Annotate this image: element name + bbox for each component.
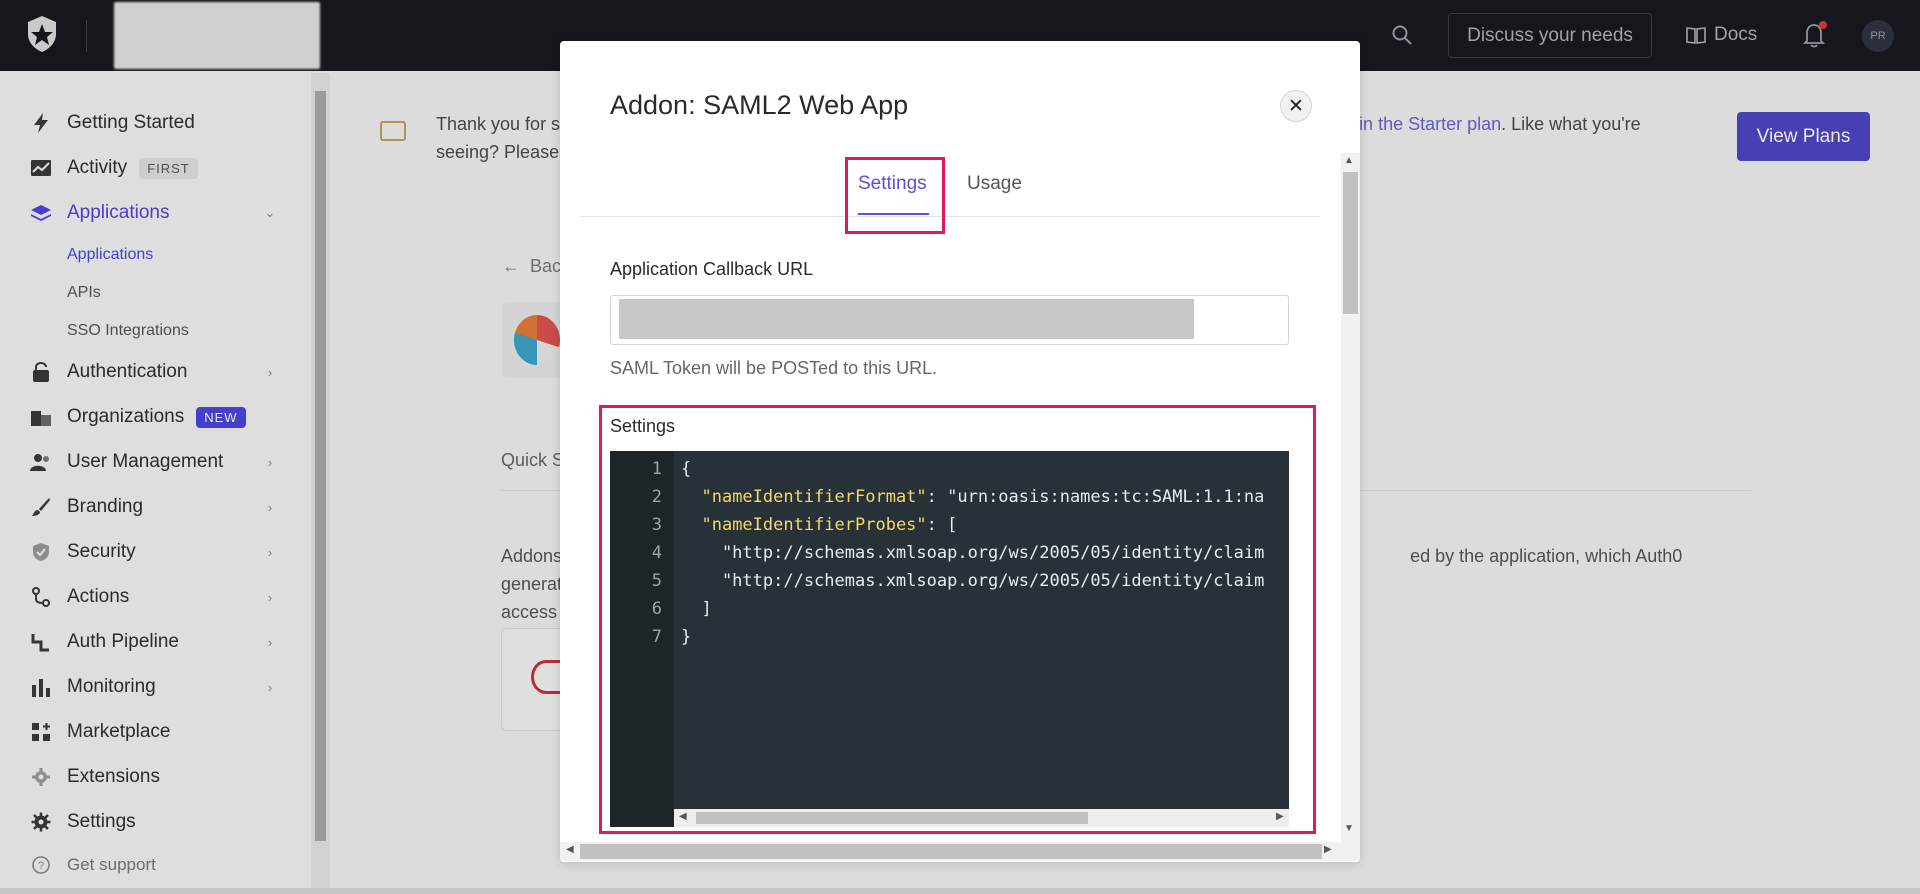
line-number: 1 (651, 459, 662, 479)
callback-url-value-redacted (619, 299, 1194, 339)
modal-tabs-divider (580, 216, 1320, 217)
json-key: "nameIdentifierFormat" (701, 487, 927, 507)
tab-usage[interactable]: Usage (967, 173, 1022, 195)
scroll-left-arrow-icon[interactable]: ◀ (679, 811, 687, 822)
settings-tab-highlight (845, 157, 945, 234)
code-line: "http://schemas.xmlsoap.org/ws/2005/05/i… (681, 543, 1265, 563)
callback-url-help: SAML Token will be POSTed to this URL. (610, 358, 938, 378)
editor-scrollbar-thumb[interactable] (696, 812, 1088, 824)
code-line: "nameIdentifierFormat": "urn:oasis:names… (681, 487, 1264, 507)
scroll-left-arrow-icon[interactable]: ◀ (566, 844, 574, 855)
callback-url-label: Application Callback URL (610, 259, 814, 279)
modal-horizontal-scrollbar-thumb[interactable] (580, 844, 1322, 859)
code-line: { (681, 459, 692, 479)
scroll-right-arrow-icon[interactable]: ▶ (1276, 811, 1284, 822)
json-value: : [ (926, 515, 958, 535)
scroll-up-arrow-icon[interactable]: ▲ (1344, 155, 1354, 166)
line-number: 6 (651, 599, 662, 619)
scroll-right-arrow-icon[interactable]: ▶ (1324, 844, 1332, 855)
json-value: : "urn:oasis:names:tc:SAML:1.1:na (926, 487, 1265, 507)
modal-title: Addon: SAML2 Web App (610, 90, 909, 120)
close-icon[interactable]: ✕ (1280, 90, 1312, 122)
settings-code-editor[interactable]: 1 2 3 4 5 6 7 { "nameIdentifierFormat": … (610, 451, 1289, 827)
scroll-down-arrow-icon[interactable]: ▼ (1344, 823, 1354, 834)
line-number: 3 (651, 515, 662, 535)
settings-label: Settings (610, 416, 676, 436)
line-number: 2 (651, 487, 662, 507)
code-line: } (681, 627, 692, 647)
code-line: "nameIdentifierProbes": [ (681, 515, 957, 535)
line-number: 7 (651, 627, 662, 647)
code-line: "http://schemas.xmlsoap.org/ws/2005/05/i… (681, 571, 1265, 591)
modal-vertical-scrollbar-thumb[interactable] (1343, 172, 1358, 314)
code-line: ] (681, 599, 712, 619)
json-key: "nameIdentifierProbes" (701, 515, 927, 535)
line-number: 4 (651, 543, 662, 563)
line-number: 5 (651, 571, 662, 591)
addon-modal: Addon: SAML2 Web App ✕ Settings Usage Ap… (560, 41, 1360, 862)
